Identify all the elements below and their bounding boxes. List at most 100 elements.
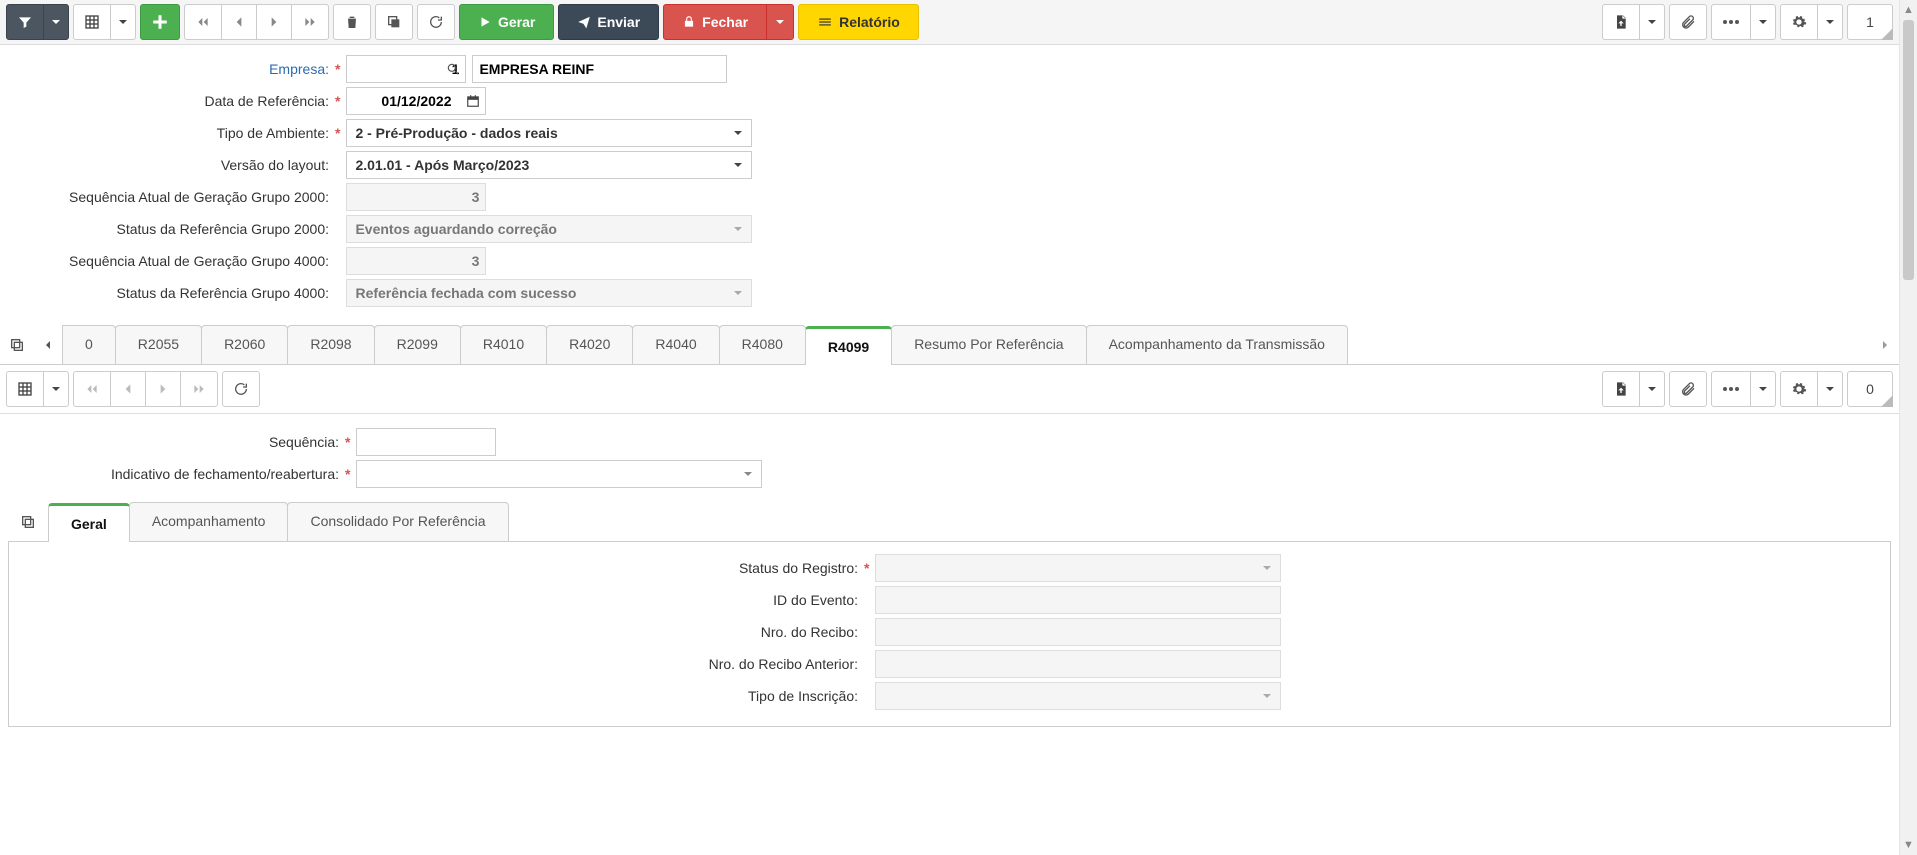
scroll-down-icon[interactable]: ▼ [1900,835,1917,855]
inner-tab-geral[interactable]: Geral [48,503,130,542]
export-caret-button[interactable] [1639,4,1665,40]
sub-refresh-button[interactable] [222,371,260,407]
copy-button[interactable] [375,4,413,40]
tab-r2060[interactable]: R2060 [201,325,288,364]
sub-prev-button[interactable] [110,371,146,407]
sub-record-count[interactable]: 0 [1847,371,1893,407]
more-button[interactable] [1711,4,1751,40]
tab-acomp-trans[interactable]: Acompanhamento da Transmissão [1086,325,1348,364]
first-button[interactable] [184,4,222,40]
refresh-icon [428,14,444,30]
relatorio-button[interactable]: Relatório [798,4,919,40]
required-marker: * [345,434,350,450]
sub-more-caret-button[interactable] [1750,371,1776,407]
fechar-button[interactable]: Fechar [663,4,767,40]
sub-grid-caret-button[interactable] [43,371,69,407]
inner-tab-consolidado[interactable]: Consolidado Por Referência [287,502,508,541]
inner-tab-acompanhamento[interactable]: Acompanhamento [129,502,289,541]
plus-icon [151,13,169,31]
tab-resumo[interactable]: Resumo Por Referência [891,325,1086,364]
attach-button[interactable] [1669,4,1707,40]
sub-export-caret-button[interactable] [1639,371,1665,407]
filter-button[interactable] [6,4,44,40]
sub-attach-button[interactable] [1669,371,1707,407]
export-button[interactable] [1602,4,1640,40]
tab-r2098[interactable]: R2098 [287,325,374,364]
copy-tabs-button[interactable] [0,325,34,364]
filter-caret-button[interactable] [43,4,69,40]
caret-down-icon [1262,691,1272,701]
enviar-label: Enviar [597,14,640,30]
sequencia-input[interactable] [356,428,496,456]
sub-more-button[interactable] [1711,371,1751,407]
grid-button[interactable] [73,4,111,40]
tab-r4080[interactable]: R4080 [719,325,806,364]
calendar-icon[interactable] [466,94,480,108]
delete-button[interactable] [333,4,371,40]
tab-r2099[interactable]: R2099 [374,325,461,364]
indic-fechamento-select[interactable] [356,460,762,488]
label-empresa[interactable]: Empresa: [20,61,335,77]
empresa-code-input[interactable] [346,55,466,83]
tabs-scroll-right[interactable] [1871,325,1899,364]
caret-down-icon [118,17,128,27]
tipo-inscricao-field [875,682,1281,710]
settings-button[interactable] [1780,4,1818,40]
settings-caret-button[interactable] [1817,4,1843,40]
seq-2000-field [346,183,486,211]
inner-tab-strip: Geral Acompanhamento Consolidado Por Ref… [8,502,1891,542]
nro-recibo-field [875,618,1281,646]
paperclip-icon [1680,381,1696,397]
geral-panel: Status do Registro: * ID do Evento: * Nr… [8,542,1891,727]
sub-first-button[interactable] [73,371,111,407]
tab-r4040[interactable]: R4040 [632,325,719,364]
tabs-scroll-left[interactable] [34,325,62,364]
trash-icon [344,14,360,30]
seq-4000-field [346,247,486,275]
tipo-ambiente-select[interactable]: 2 - Pré-Produção - dados reais [346,119,752,147]
last-button[interactable] [291,4,329,40]
sub-next-button[interactable] [145,371,181,407]
sub-settings-caret-button[interactable] [1817,371,1843,407]
sub-grid-button[interactable] [6,371,44,407]
enviar-button[interactable]: Enviar [558,4,659,40]
tab-partial-0[interactable]: 0 [62,325,116,364]
tab-r2055[interactable]: R2055 [115,325,202,364]
more-icon [1722,386,1740,392]
refresh-button[interactable] [417,4,455,40]
versao-layout-value: 2.01.01 - Após Março/2023 [355,157,529,173]
record-count[interactable]: 1 [1847,4,1893,40]
caret-down-icon [733,128,743,138]
report-icon [817,15,833,29]
label-seq-4000: Sequência Atual de Geração Grupo 4000: [20,253,335,269]
empresa-name-input[interactable] [472,55,727,83]
more-caret-button[interactable] [1750,4,1776,40]
next-button[interactable] [256,4,292,40]
add-button[interactable] [140,4,180,40]
chevron-right-icon [267,15,281,29]
scroll-thumb[interactable] [1903,20,1914,280]
tab-r4020[interactable]: R4020 [546,325,633,364]
tab-r4099[interactable]: R4099 [805,326,892,365]
status-4000-value: Referência fechada com sucesso [355,285,576,301]
versao-layout-select[interactable]: 2.01.01 - Após Março/2023 [346,151,752,179]
scroll-up-icon[interactable]: ▲ [1900,0,1917,20]
top-toolbar: Gerar Enviar Fechar Relatório 1 [0,0,1899,45]
tab-r4010[interactable]: R4010 [460,325,547,364]
fechar-caret-button[interactable] [766,4,794,40]
nro-recibo-ant-field [875,650,1281,678]
prev-button[interactable] [221,4,257,40]
sub-last-button[interactable] [180,371,218,407]
grid-icon [17,381,33,397]
page-scrollbar[interactable]: ▲ ▼ [1899,0,1917,855]
inner-copy-button[interactable] [8,502,48,541]
sub-settings-button[interactable] [1780,371,1818,407]
grid-caret-button[interactable] [110,4,136,40]
sub-export-button[interactable] [1602,371,1640,407]
inner-form: Sequência: * Indicativo de fechamento/re… [0,414,1899,498]
main-tab-strip: 0 R2055 R2060 R2098 R2099 R4010 R4020 R4… [0,325,1899,365]
chevron-double-right-icon [191,381,207,397]
caret-down-icon [1262,563,1272,573]
data-ref-input[interactable] [346,87,486,115]
gerar-button[interactable]: Gerar [459,4,554,40]
